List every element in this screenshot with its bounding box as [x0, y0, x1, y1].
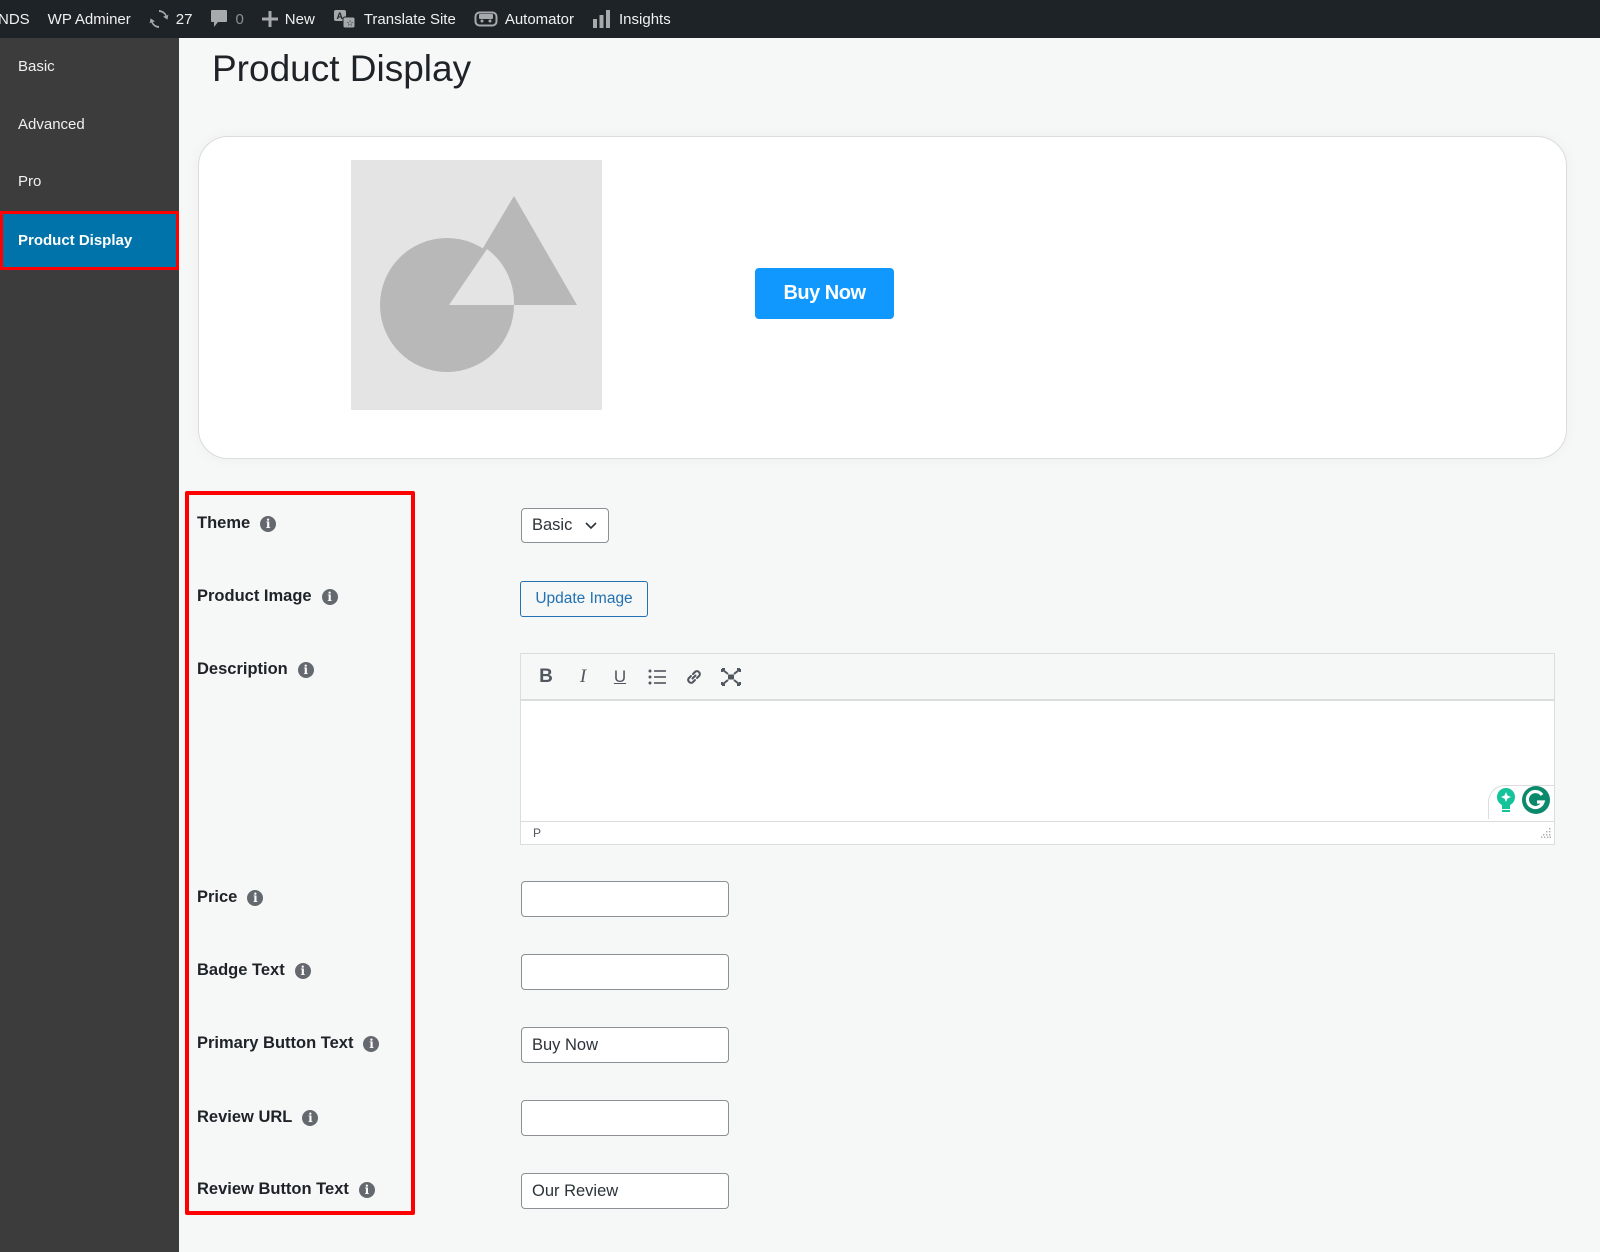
field-label-product-image: Product Image i [197, 587, 338, 606]
italic-icon[interactable]: I [570, 664, 596, 690]
wp-adminer-label: WP Adminer [47, 10, 131, 28]
link-icon[interactable] [681, 664, 707, 690]
updates-count: 27 [175, 10, 193, 28]
svg-text:☆: ☆ [346, 18, 354, 28]
price-input[interactable] [521, 881, 729, 917]
review-url-input[interactable] [521, 1100, 729, 1136]
underline-icon[interactable]: U [607, 664, 633, 690]
update-image-button[interactable]: Update Image [520, 581, 648, 617]
new-label: New [284, 10, 315, 28]
adminbar-insights[interactable]: Insights [583, 0, 680, 38]
review-button-text-input[interactable] [521, 1173, 729, 1209]
translate-site-label: Translate Site [363, 10, 456, 28]
sidebar-item-product-display[interactable]: Product Display [0, 210, 179, 270]
adminbar-comments[interactable]: 0 [201, 0, 252, 38]
theme-select[interactable]: Basic [521, 508, 609, 543]
sidebar-item-label: Advanced [18, 115, 85, 133]
label-text: Price [197, 888, 238, 906]
badge-text-input[interactable] [521, 954, 729, 990]
sidebar-item-label: Product Display [18, 231, 133, 249]
site-name-label: NDS [0, 10, 30, 28]
label-text: Badge Text [197, 961, 285, 979]
field-label-review-url: Review URL i [197, 1108, 319, 1127]
info-icon[interactable]: i [363, 1035, 380, 1052]
element-path[interactable]: P [533, 826, 541, 840]
bar-chart-icon [592, 9, 612, 29]
sidebar-item-basic[interactable]: Basic [0, 38, 179, 96]
bullet-list-icon[interactable] [644, 664, 670, 690]
field-label-review-button-text: Review Button Text i [197, 1180, 375, 1199]
adminbar-site-name[interactable]: NDS [0, 0, 39, 38]
adminbar-wp-adminer[interactable]: WP Adminer [39, 0, 140, 38]
placeholder-image [351, 160, 602, 410]
bold-icon[interactable]: B [533, 664, 559, 690]
placeholder-shapes-icon [380, 196, 577, 372]
adminbar-updates[interactable]: 27 [140, 0, 202, 38]
insights-label: Insights [619, 10, 671, 28]
field-label-primary-button-text: Primary Button Text i [197, 1034, 380, 1053]
lightbulb-icon[interactable] [1495, 787, 1517, 818]
info-icon[interactable]: i [247, 889, 264, 906]
info-icon[interactable]: i [321, 588, 338, 605]
description-editor-textarea[interactable] [521, 701, 1554, 821]
main-content: Product Display Buy Now Theme i Product … [179, 38, 1600, 1252]
theme-select-value: Basic [532, 516, 573, 534]
editor-statusbar: P [521, 821, 1554, 844]
field-label-badge-text: Badge Text i [197, 961, 311, 980]
settings-sidebar: Basic Advanced Pro Product Display [0, 38, 179, 1252]
label-text: Review URL [197, 1108, 293, 1126]
page-title: Product Display [212, 48, 472, 89]
resize-handle-icon[interactable] [1541, 827, 1551, 841]
description-editor: B I U P [520, 653, 1555, 845]
preview-buy-now-button[interactable]: Buy Now [755, 268, 894, 319]
fullscreen-icon[interactable] [718, 664, 744, 690]
adminbar-translate-site[interactable]: A ☆ Translate Site [324, 0, 465, 38]
field-label-theme: Theme i [197, 514, 277, 533]
adminbar-new[interactable]: New [253, 0, 324, 38]
plus-icon [261, 11, 278, 27]
automator-icon [474, 10, 498, 28]
label-text: Primary Button Text [197, 1034, 354, 1052]
chevron-down-icon [584, 518, 598, 537]
sidebar-item-label: Pro [18, 173, 42, 191]
label-text: Review Button Text [197, 1180, 349, 1198]
product-preview-card: Buy Now [198, 136, 1567, 459]
sidebar-item-label: Basic [18, 58, 55, 76]
label-text: Product Image [197, 587, 312, 605]
comments-count: 0 [235, 10, 244, 28]
adminbar-automator[interactable]: Automator [465, 0, 583, 38]
automator-label: Automator [504, 10, 575, 28]
grammarly-icon[interactable] [1521, 785, 1551, 820]
info-icon[interactable]: i [297, 661, 314, 678]
grammarly-widget[interactable] [1488, 785, 1554, 819]
label-text: Description [197, 660, 288, 678]
info-icon[interactable]: i [260, 515, 277, 532]
translate-icon: A ☆ [333, 9, 357, 29]
info-icon[interactable]: i [302, 1109, 319, 1126]
svg-text:A: A [336, 11, 343, 21]
updates-icon [149, 10, 169, 28]
label-text: Theme [197, 514, 251, 532]
field-label-price: Price i [197, 888, 264, 907]
admin-bar: NDS WP Adminer 27 0 New A ☆ Translate Sit… [0, 0, 1600, 38]
sidebar-item-advanced[interactable]: Advanced [0, 96, 179, 154]
sidebar-item-pro[interactable]: Pro [0, 153, 179, 211]
primary-button-text-input[interactable] [521, 1027, 729, 1063]
info-icon[interactable]: i [358, 1181, 375, 1198]
editor-toolbar: B I U [521, 654, 1554, 701]
comment-icon [210, 9, 228, 29]
info-icon[interactable]: i [294, 962, 311, 979]
field-label-description: Description i [197, 660, 314, 679]
